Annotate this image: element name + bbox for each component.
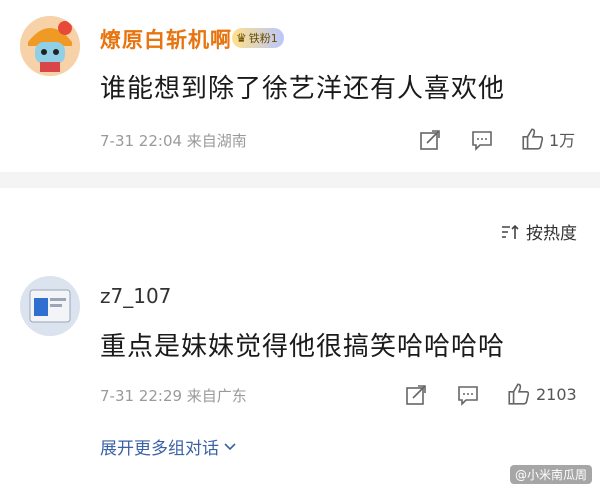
sort-label: 按热度 xyxy=(526,224,577,244)
comment-meta: 7-31 22:04 来自湖南 xyxy=(100,132,247,150)
share-icon xyxy=(420,130,440,150)
like-button[interactable]: 2103 xyxy=(506,381,577,407)
chevron-down-icon xyxy=(224,442,236,450)
like-icon xyxy=(522,128,544,150)
avatar[interactable] xyxy=(20,16,80,76)
avatar-image xyxy=(20,276,80,336)
comment-button[interactable] xyxy=(456,383,480,407)
username[interactable]: z7_107 xyxy=(100,284,171,308)
crown-icon: ♛ xyxy=(236,31,247,45)
comment-text: 谁能想到除了徐艺洋还有人喜欢他 xyxy=(100,74,506,104)
like-count: 1万 xyxy=(549,131,576,150)
comment-icon xyxy=(472,131,492,151)
avatar[interactable] xyxy=(20,276,80,336)
badge-label: 铁粉1 xyxy=(248,32,278,45)
comment-meta: 7-31 22:29 来自广东 xyxy=(100,387,247,405)
like-button[interactable]: 1万 xyxy=(520,126,575,152)
share-button[interactable] xyxy=(404,383,428,407)
sort-toggle[interactable]: 按热度 xyxy=(500,219,577,244)
sort-icon xyxy=(502,224,519,239)
like-icon xyxy=(508,383,530,405)
username[interactable]: 燎原白斩机啊 xyxy=(100,24,232,54)
expand-more-link[interactable]: 展开更多组对话 xyxy=(100,434,237,459)
section-divider xyxy=(0,172,600,188)
avatar-image xyxy=(20,16,80,76)
comment-icon xyxy=(458,386,478,406)
watermark: @小米南瓜周 xyxy=(509,465,592,484)
share-icon xyxy=(406,385,426,405)
expand-label: 展开更多组对话 xyxy=(100,439,219,459)
like-count: 2103 xyxy=(536,384,577,404)
share-button[interactable] xyxy=(418,128,442,152)
comment-button[interactable] xyxy=(470,128,494,152)
comment-text: 重点是妹妹觉得他很搞笑哈哈哈哈 xyxy=(100,332,506,362)
fan-badge: ♛ 铁粉1 xyxy=(232,28,284,48)
